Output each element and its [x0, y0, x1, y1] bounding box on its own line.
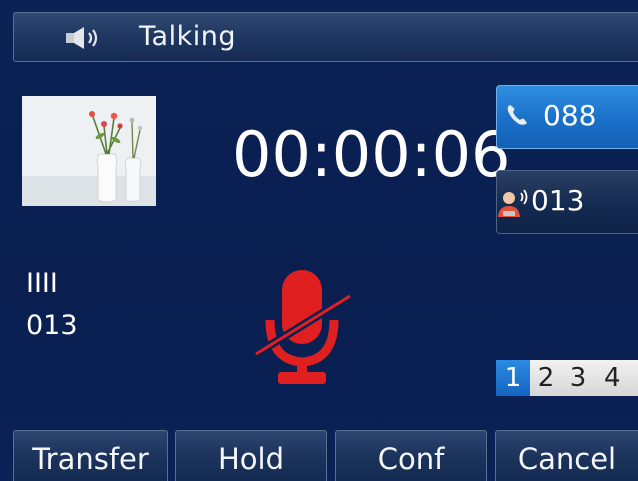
- caller-name: IIII: [26, 268, 58, 299]
- page-3[interactable]: 3: [562, 360, 594, 396]
- call-timer: 00:00:06: [232, 118, 511, 191]
- line-key-label: 088: [543, 99, 597, 132]
- line-page-indicator: 1 2 3 4: [496, 360, 638, 396]
- hold-button[interactable]: Hold: [175, 430, 327, 481]
- caller-number: 013: [26, 310, 78, 341]
- page-1[interactable]: 1: [496, 360, 530, 396]
- softkey-bar: Transfer Hold Conf Cancel: [13, 430, 638, 481]
- line-key-088[interactable]: 088: [496, 85, 638, 149]
- page-2[interactable]: 2: [530, 360, 562, 396]
- conference-button[interactable]: Conf: [335, 430, 487, 481]
- contact-photo: [22, 96, 156, 206]
- transfer-button[interactable]: Transfer: [13, 430, 168, 481]
- page-4[interactable]: 4: [594, 360, 638, 396]
- call-state-title: Talking: [139, 21, 236, 52]
- contact-talking-icon: [498, 189, 528, 217]
- speaker-icon: [66, 27, 98, 49]
- phone-screen: Talking 00:00:06 088 013 IIII 013 1 2 3 …: [0, 0, 638, 481]
- phone-icon: [507, 105, 527, 125]
- line-key-013[interactable]: 013: [496, 170, 638, 234]
- line-key-label: 013: [531, 184, 585, 217]
- microphone-muted-icon: [253, 270, 353, 384]
- cancel-button[interactable]: Cancel: [495, 430, 638, 481]
- flower-vase-image: [22, 96, 156, 206]
- status-bar: Talking: [13, 12, 638, 62]
